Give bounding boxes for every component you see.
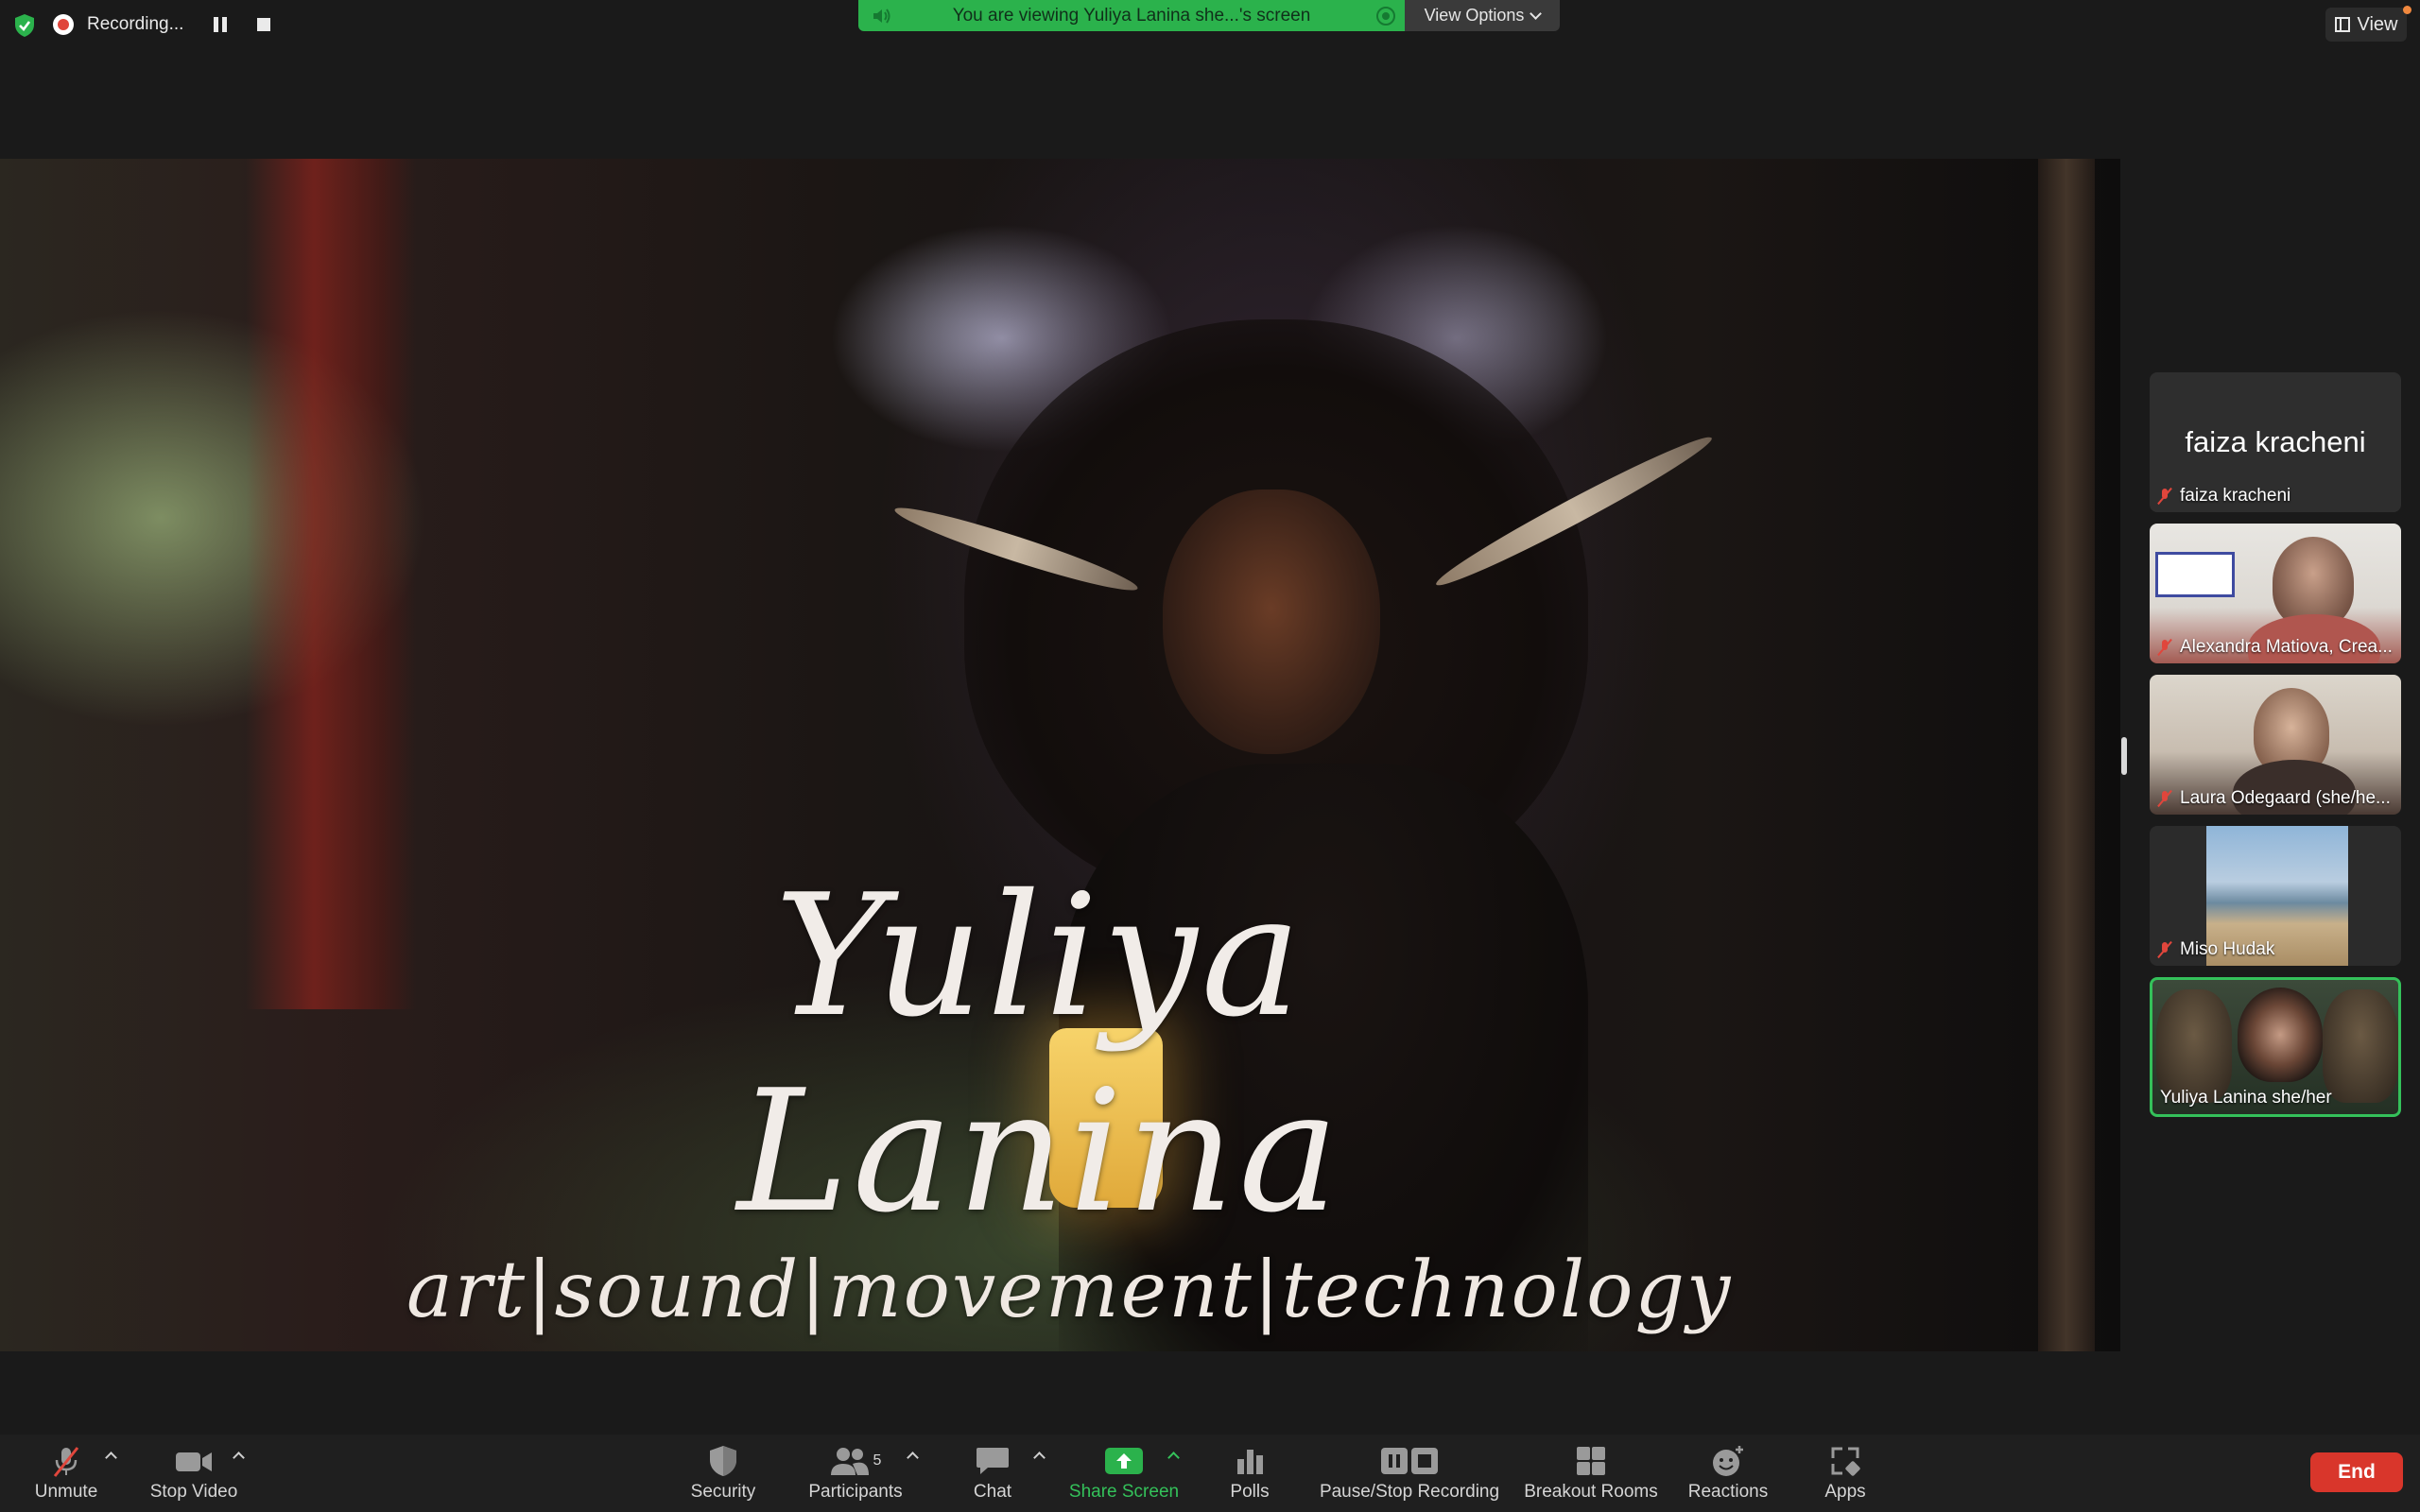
gallery-resize-handle[interactable] bbox=[2121, 737, 2127, 775]
screen-share-status-icon bbox=[1376, 7, 1395, 26]
polls-label: Polls bbox=[1230, 1482, 1270, 1502]
breakout-rooms-icon bbox=[1577, 1447, 1605, 1475]
share-screen-icon bbox=[1105, 1448, 1143, 1474]
recording-icon bbox=[53, 14, 74, 35]
view-options-button[interactable]: View Options bbox=[1405, 0, 1560, 31]
chevron-down-icon bbox=[1530, 7, 1543, 20]
participant-display-name: faiza kracheni bbox=[2185, 425, 2366, 458]
video-camera-icon bbox=[176, 1452, 212, 1471]
breakout-rooms-button[interactable]: Breakout Rooms bbox=[1520, 1442, 1662, 1508]
chat-bubble-icon bbox=[977, 1448, 1009, 1474]
reactions-button[interactable]: Reactions bbox=[1681, 1442, 1775, 1508]
microphone-muted-icon bbox=[53, 1447, 79, 1477]
participant-name-tag: Miso Hudak bbox=[2157, 939, 2274, 960]
shared-screen[interactable]: Yuliya Lanina art|sound|movement|technol… bbox=[0, 159, 2120, 1351]
top-bar: Recording... You are viewing Yuliya Lani… bbox=[0, 0, 2420, 51]
stop-recording-button[interactable] bbox=[257, 18, 271, 31]
participant-name-tag: Alexandra Matiova, Crea... bbox=[2157, 637, 2393, 658]
end-meeting-button[interactable]: End bbox=[2310, 1452, 2403, 1492]
security-label: Security bbox=[690, 1482, 756, 1502]
stop-video-label: Stop Video bbox=[149, 1482, 238, 1502]
breakout-rooms-label: Breakout Rooms bbox=[1524, 1482, 1658, 1502]
recording-indicator: Recording... bbox=[53, 8, 271, 42]
recording-label: Recording... bbox=[87, 14, 184, 34]
pause-stop-recording-icon bbox=[1381, 1448, 1438, 1474]
security-button[interactable]: Security bbox=[681, 1442, 766, 1508]
screen-share-banner: You are viewing Yuliya Lanina she...'s s… bbox=[858, 0, 1405, 31]
participant-name: Yuliya Lanina she/her bbox=[2160, 1088, 2332, 1108]
pause-stop-recording-label: Pause/Stop Recording bbox=[1319, 1482, 1500, 1502]
participant-tile-yuliya-active-speaker[interactable]: Yuliya Lanina she/her bbox=[2150, 977, 2401, 1117]
view-options-label: View Options bbox=[1424, 6, 1525, 25]
participant-tile-miso[interactable]: Miso Hudak bbox=[2150, 826, 2401, 966]
participants-count: 5 bbox=[873, 1452, 882, 1469]
share-screen-label: Share Screen bbox=[1068, 1482, 1180, 1502]
microphone-muted-icon bbox=[2157, 639, 2172, 656]
audio-options-chevron-up-icon[interactable] bbox=[105, 1452, 117, 1464]
participant-name-tag: faiza kracheni bbox=[2157, 486, 2290, 507]
participant-video bbox=[2238, 988, 2323, 1082]
chat-button[interactable]: Chat bbox=[955, 1442, 1030, 1508]
notification-dot bbox=[2403, 6, 2411, 14]
chat-label: Chat bbox=[973, 1482, 1012, 1502]
participant-name-tag: Yuliya Lanina she/her bbox=[2160, 1088, 2332, 1108]
polls-button[interactable]: Polls bbox=[1212, 1442, 1288, 1508]
background-door-frame bbox=[2038, 159, 2095, 1351]
background-poster bbox=[2155, 552, 2235, 597]
apps-label: Apps bbox=[1824, 1482, 1866, 1502]
participant-tile-laura[interactable]: Laura Odegaard (she/he... bbox=[2150, 675, 2401, 815]
participant-background-cat-left bbox=[2156, 989, 2232, 1103]
security-shield-icon bbox=[710, 1446, 736, 1476]
participant-background-cat-right bbox=[2323, 989, 2398, 1103]
shield-check-icon[interactable] bbox=[13, 13, 36, 38]
participant-tile-faiza[interactable]: faiza kracheni faiza kracheni bbox=[2150, 372, 2401, 512]
microphone-muted-icon bbox=[2157, 790, 2172, 807]
participant-name: Miso Hudak bbox=[2180, 939, 2275, 959]
chat-options-chevron-up-icon[interactable] bbox=[1033, 1452, 1046, 1464]
meeting-toolbar: Unmute Stop Video Security 5 Participant… bbox=[0, 1435, 2420, 1512]
apps-button[interactable]: Apps bbox=[1807, 1442, 1883, 1508]
pause-stop-recording-button[interactable]: Pause/Stop Recording bbox=[1312, 1442, 1507, 1508]
share-banner-text: You are viewing Yuliya Lanina she...'s s… bbox=[952, 5, 1311, 26]
reactions-icon bbox=[1713, 1446, 1743, 1476]
performer-face bbox=[1163, 490, 1380, 754]
participants-button[interactable]: 5 Participants bbox=[802, 1442, 909, 1508]
view-button[interactable]: View bbox=[2325, 8, 2407, 42]
microphone-muted-icon bbox=[2157, 488, 2172, 505]
participant-name: faiza kracheni bbox=[2180, 486, 2291, 506]
reactions-label: Reactions bbox=[1687, 1482, 1769, 1502]
shared-title: Yuliya Lanina bbox=[736, 858, 1343, 1249]
view-icon bbox=[2334, 17, 2350, 32]
participant-name: Laura Odegaard (she/he... bbox=[2180, 788, 2391, 808]
participant-name-tag: Laura Odegaard (she/he... bbox=[2157, 788, 2391, 809]
view-label: View bbox=[2357, 13, 2398, 35]
participants-label: Participants bbox=[808, 1482, 903, 1502]
unmute-button[interactable]: Unmute bbox=[28, 1442, 104, 1508]
background-curtain bbox=[246, 159, 416, 1009]
polls-icon bbox=[1237, 1450, 1263, 1474]
stop-video-button[interactable]: Stop Video bbox=[142, 1442, 246, 1508]
pause-recording-button[interactable] bbox=[214, 17, 228, 32]
microphone-muted-icon bbox=[2157, 941, 2172, 958]
apps-icon bbox=[1831, 1447, 1860, 1476]
participants-icon bbox=[830, 1448, 869, 1475]
speaker-icon[interactable] bbox=[872, 7, 892, 26]
share-screen-button[interactable]: Share Screen bbox=[1063, 1442, 1185, 1508]
participant-name: Alexandra Matiova, Crea... bbox=[2180, 637, 2393, 657]
unmute-label: Unmute bbox=[34, 1482, 98, 1502]
participant-tile-alexandra[interactable]: Alexandra Matiova, Crea... bbox=[2150, 524, 2401, 663]
shared-subtitle: art|sound|movement|technology bbox=[406, 1246, 1733, 1335]
